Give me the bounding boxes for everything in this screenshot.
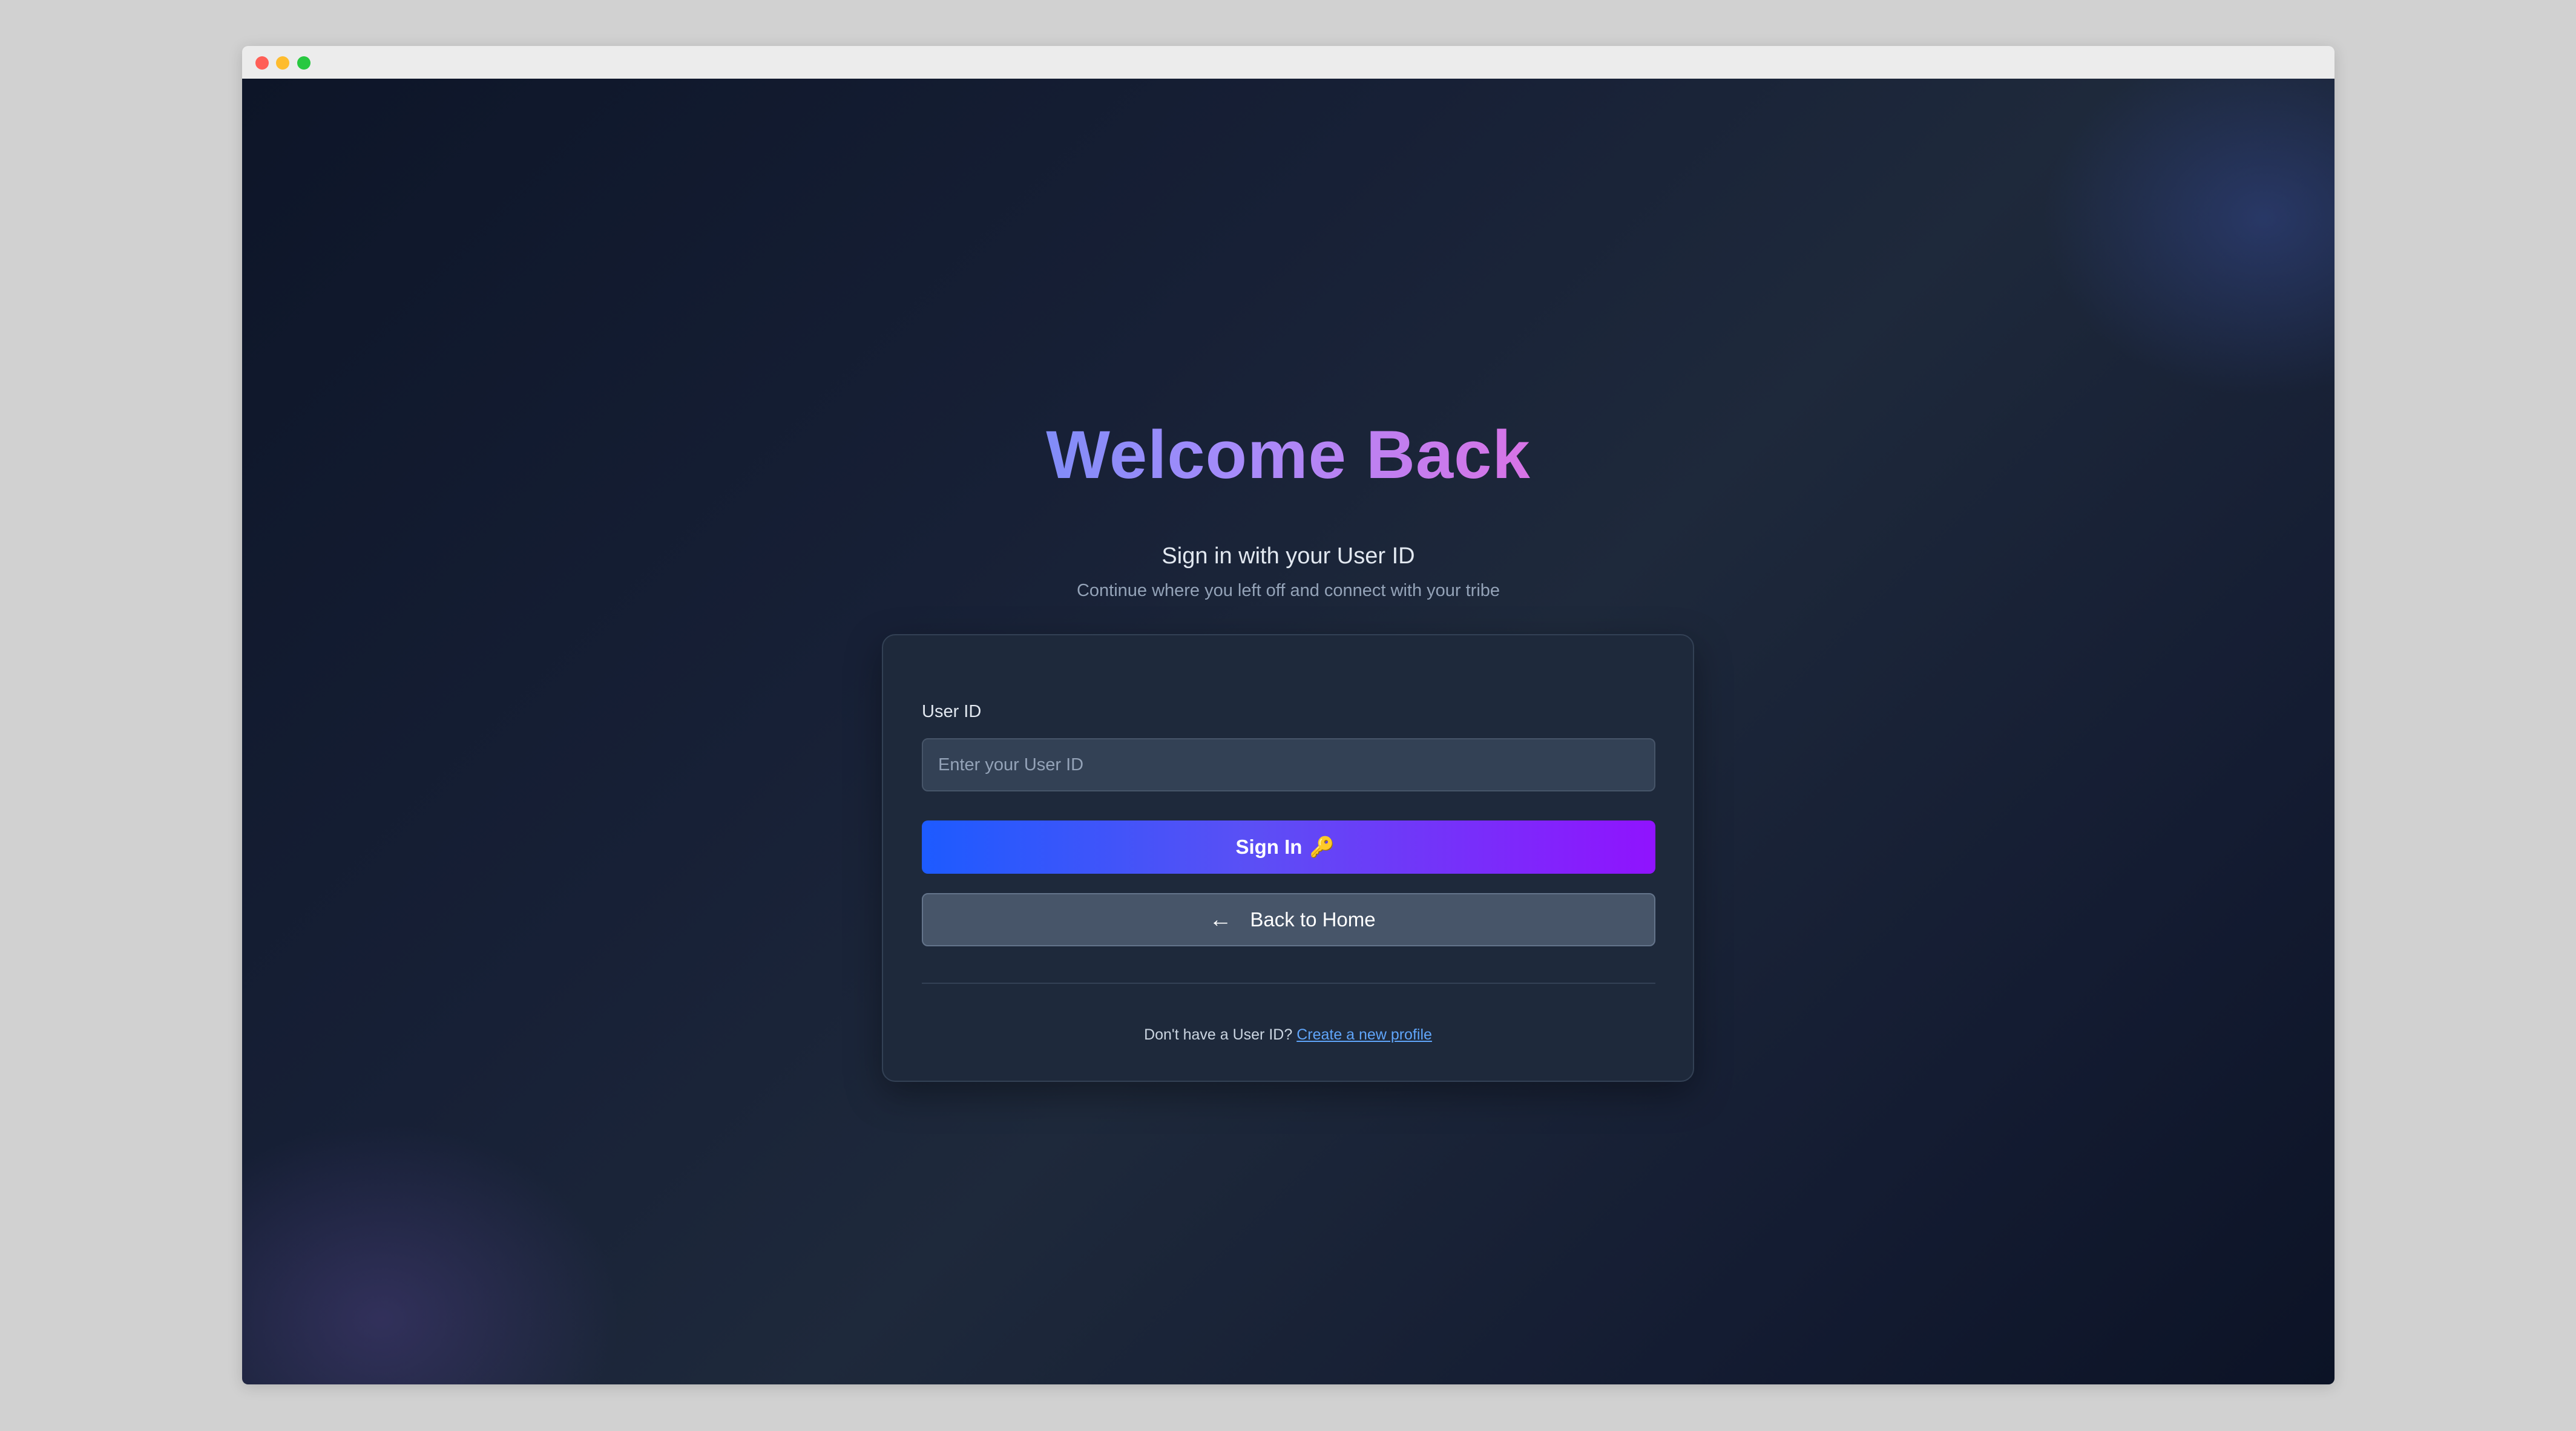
minimize-window-button[interactable]: [276, 56, 289, 70]
key-icon: 🔑: [1309, 835, 1335, 858]
divider: [922, 983, 1655, 984]
user-id-label: User ID: [922, 702, 982, 721]
sign-in-label: Sign In: [1235, 836, 1303, 858]
page-title-text: Welcome Back: [1046, 417, 1531, 493]
maximize-window-button[interactable]: [297, 56, 310, 70]
page-viewport: Welcome Back Sign in with your User ID C…: [242, 79, 2334, 1384]
back-to-home-label: Back to Home: [1250, 908, 1376, 931]
window-titlebar: [242, 46, 2334, 79]
sign-in-card: User ID Sign In 🔑 ← Back to Home Don't h…: [882, 634, 1694, 1082]
page-tagline: Continue where you left off and connect …: [1076, 581, 1500, 600]
browser-window: Welcome Back Sign in with your User ID C…: [242, 46, 2334, 1384]
page-title: Welcome Back: [242, 414, 2334, 496]
signup-prompt: Don't have a User ID? Create a new profi…: [883, 1026, 1693, 1044]
sign-in-button[interactable]: Sign In 🔑: [922, 820, 1655, 874]
close-window-button[interactable]: [255, 56, 269, 70]
user-id-input[interactable]: [922, 738, 1655, 791]
arrow-left-icon: ←: [1209, 906, 1232, 932]
create-profile-link[interactable]: Create a new profile: [1296, 1026, 1432, 1043]
signup-prompt-text: Don't have a User ID?: [1144, 1026, 1293, 1043]
page-subtitle: Sign in with your User ID: [1162, 543, 1415, 569]
back-to-home-button[interactable]: ← Back to Home: [922, 893, 1655, 946]
